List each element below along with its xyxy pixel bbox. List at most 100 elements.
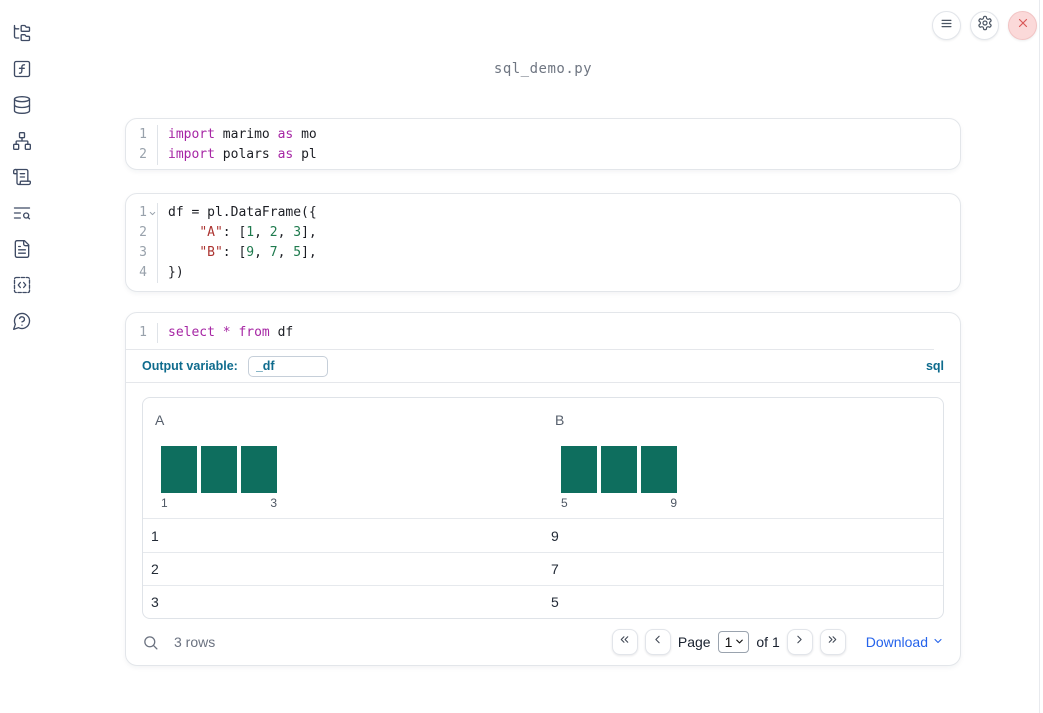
scroll-text-icon xyxy=(12,167,32,187)
line-number: 2 xyxy=(139,147,147,162)
next-page-button[interactable] xyxy=(786,629,813,655)
column-label: A xyxy=(155,412,165,428)
download-label: Download xyxy=(865,634,928,650)
column-histogram xyxy=(561,446,677,493)
histogram-bar[interactable] xyxy=(601,446,637,493)
page-label: Page xyxy=(677,634,711,650)
chevron-down-icon xyxy=(734,634,745,650)
table-footer: 3 rows Page 1 of 1 Download xyxy=(126,628,960,656)
shutdown-button[interactable] xyxy=(1008,11,1037,40)
histogram-bar[interactable] xyxy=(201,446,237,493)
histogram-bar[interactable] xyxy=(241,446,277,493)
help-circle-icon xyxy=(12,311,32,331)
line-number-gutter: 1 xyxy=(126,125,158,145)
notebook-actions xyxy=(932,11,1037,40)
sidebar-item-data-sources[interactable] xyxy=(12,95,32,115)
code-text: import polars as pl xyxy=(168,147,317,162)
code-line[interactable]: 2 "A": [1, 2, 3], xyxy=(126,223,960,243)
line-number: 2 xyxy=(139,225,147,240)
code-line[interactable]: 1 df = pl.DataFrame({ xyxy=(126,203,960,223)
line-number: 3 xyxy=(139,245,147,260)
table-cell: 2 xyxy=(151,561,159,577)
prev-page-icon xyxy=(651,633,664,651)
code-text: import marimo as mo xyxy=(168,127,317,142)
table-row[interactable]: 35 xyxy=(143,585,943,618)
menu-button[interactable] xyxy=(932,11,961,40)
page-select-value: 1 xyxy=(724,634,733,650)
sidebar-item-logs[interactable] xyxy=(12,203,32,223)
line-number: 1 xyxy=(139,205,147,220)
histogram-max-label: 9 xyxy=(670,496,677,510)
column-label: B xyxy=(555,412,565,428)
code-line[interactable]: 2 import polars as pl xyxy=(126,145,960,165)
page-total-label: of 1 xyxy=(756,634,780,650)
code-line[interactable]: 1 import marimo as mo xyxy=(126,125,960,145)
code-editor[interactable]: 1 df = pl.DataFrame({2 "A": [1, 2, 3], 3 "… xyxy=(126,194,960,291)
table-cell: 1 xyxy=(151,527,159,544)
histogram-min-label: 5 xyxy=(561,496,568,510)
sidebar-item-file-explorer[interactable] xyxy=(12,23,32,43)
database-icon xyxy=(12,95,32,115)
line-number: 4 xyxy=(139,265,147,280)
column-header[interactable]: A13 xyxy=(143,398,543,518)
close-icon xyxy=(1016,16,1030,35)
output-variable-label: Output variable: xyxy=(142,359,238,373)
histogram-bar[interactable] xyxy=(641,446,677,493)
sql-language-badge[interactable]: sql xyxy=(926,359,944,373)
histogram-axis: 59 xyxy=(561,496,677,510)
sidebar-item-help[interactable] xyxy=(12,311,32,331)
sidebar-item-documentation[interactable] xyxy=(12,239,32,259)
settings-button[interactable] xyxy=(970,11,999,40)
code-line[interactable]: 3 "B": [9, 7, 5], xyxy=(126,243,960,263)
code-line[interactable]: 4}) xyxy=(126,263,960,283)
sql-cell[interactable]: 1 select * from df Output variable: sql A… xyxy=(125,312,961,666)
code-text: "A": [1, 2, 3], xyxy=(199,225,317,240)
function-square-icon xyxy=(12,59,32,79)
page-select[interactable]: 1 xyxy=(717,631,750,653)
table-row[interactable]: 19 xyxy=(143,519,943,552)
code-text: }) xyxy=(168,265,184,280)
table-row[interactable]: 27 xyxy=(143,552,943,585)
folder-tree-icon xyxy=(12,23,32,43)
sidebar-item-variables[interactable] xyxy=(12,59,32,79)
line-number-gutter: 3 xyxy=(126,243,158,263)
sidebar-item-outline[interactable] xyxy=(12,167,32,187)
pagination: Page 1 of 1 Download xyxy=(611,629,944,655)
network-icon xyxy=(12,131,32,151)
table-header-row: A13B59 xyxy=(143,398,943,519)
output-variable-input[interactable] xyxy=(247,355,328,377)
table-cell: 3 xyxy=(151,594,159,610)
file-text-icon xyxy=(12,239,32,259)
search-icon[interactable] xyxy=(142,634,159,651)
histogram-max-label: 3 xyxy=(270,496,277,510)
row-count-label: 3 rows xyxy=(174,634,216,650)
line-number-gutter: 2 xyxy=(126,223,158,243)
code-line[interactable]: 1 select * from df xyxy=(126,323,960,343)
line-number: 1 xyxy=(139,127,147,142)
column-header[interactable]: B59 xyxy=(543,398,943,518)
list-search-icon xyxy=(12,203,32,223)
line-number-gutter: 4 xyxy=(126,263,158,283)
last-page-icon xyxy=(826,633,839,651)
table-cell: 7 xyxy=(551,561,559,577)
prev-page-button[interactable] xyxy=(644,629,671,655)
download-button[interactable]: Download xyxy=(866,634,944,650)
first-page-icon xyxy=(618,633,631,651)
sidebar-item-snippets[interactable] xyxy=(12,275,32,295)
sql-editor[interactable]: 1 select * from df xyxy=(126,313,960,349)
notebook-filename[interactable]: sql_demo.py xyxy=(125,61,961,77)
line-number: 1 xyxy=(139,325,147,340)
column-histogram xyxy=(161,446,277,493)
code-cell-dataframe[interactable]: 1 df = pl.DataFrame({2 "A": [1, 2, 3], 3 "… xyxy=(125,193,961,292)
first-page-button[interactable] xyxy=(611,629,638,655)
histogram-bar[interactable] xyxy=(161,446,197,493)
histogram-bar[interactable] xyxy=(561,446,597,493)
output-variable-row: Output variable: sql xyxy=(126,350,960,383)
code-text: "B": [9, 7, 5], xyxy=(199,245,317,260)
fold-toggle-icon[interactable] xyxy=(147,209,157,218)
code-editor[interactable]: 1 import marimo as mo 2 import polars as pl xyxy=(126,119,960,169)
gear-icon xyxy=(977,15,993,36)
last-page-button[interactable] xyxy=(819,629,846,655)
code-cell-imports[interactable]: 1 import marimo as mo 2 import polars as pl xyxy=(125,118,961,170)
sidebar-item-dependency-graph[interactable] xyxy=(12,131,32,151)
